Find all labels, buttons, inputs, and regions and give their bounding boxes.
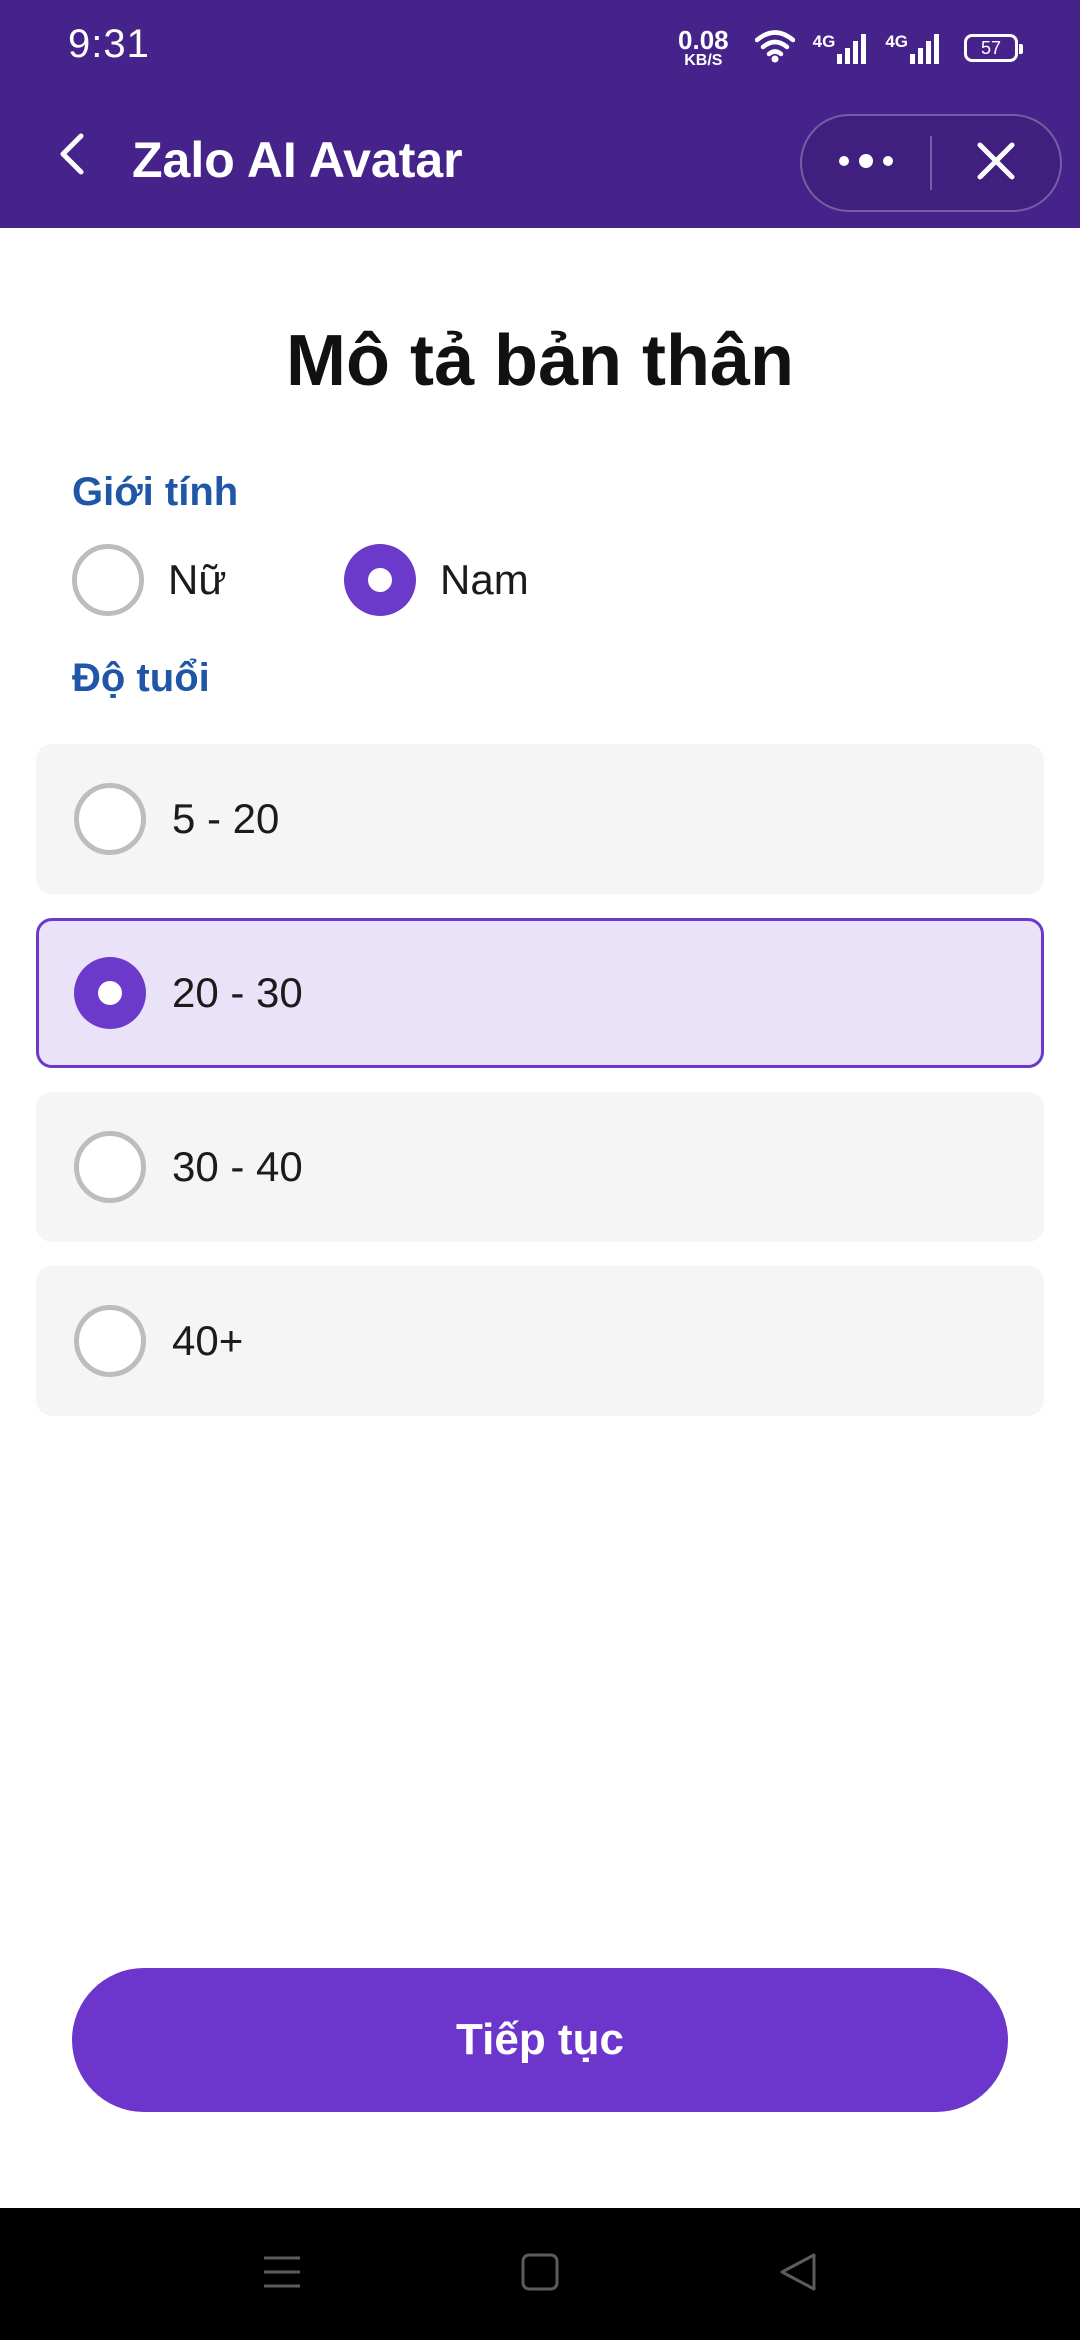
page-title: Mô tả bản thân xyxy=(286,321,794,401)
gender-option-label: Nữ xyxy=(168,556,227,603)
network-speed-value: 0.08 xyxy=(678,25,729,55)
signal-type-label: 4G xyxy=(812,32,836,51)
age-option-40-plus[interactable]: 40+ xyxy=(36,1266,1044,1416)
age-section-label: Độ tuổi xyxy=(72,656,210,700)
age-option-5-20[interactable]: 5 - 20 xyxy=(36,744,1044,894)
network-speed-unit: KB/S xyxy=(684,52,723,69)
status-time: 9:31 xyxy=(68,22,150,66)
radio-checked-icon[interactable] xyxy=(74,957,146,1029)
radio-unchecked-icon[interactable] xyxy=(74,1305,146,1377)
gender-option-female[interactable]: Nữ xyxy=(72,544,252,616)
back-button[interactable] xyxy=(44,128,100,184)
wifi-icon xyxy=(754,29,795,68)
continue-button[interactable]: Tiếp tục xyxy=(72,1968,1008,2112)
age-option-label: 5 - 20 xyxy=(172,795,280,842)
network-speed: 0.08 KB/S xyxy=(678,27,729,69)
back-icon xyxy=(57,132,87,181)
menu-icon xyxy=(262,2254,302,2295)
radio-unchecked-icon[interactable] xyxy=(72,544,144,616)
mini-app-capsule xyxy=(800,114,1062,212)
system-back-button[interactable] xyxy=(758,2238,838,2310)
top-bar: 9:31 0.08 KB/S 4G 4G 57 Zalo AI Avatar xyxy=(0,0,1080,228)
signal-icon: 4G xyxy=(813,32,868,64)
battery-level: 57 xyxy=(980,37,1002,58)
radio-unchecked-icon[interactable] xyxy=(74,783,146,855)
back-triangle-icon xyxy=(778,2252,818,2297)
gender-option-label: Nam xyxy=(440,556,529,603)
home-icon xyxy=(520,2252,560,2297)
close-button[interactable] xyxy=(932,116,1060,210)
age-option-label: 40+ xyxy=(172,1317,244,1364)
app-title: Zalo AI Avatar xyxy=(132,132,463,188)
home-button[interactable] xyxy=(500,2238,580,2310)
gender-option-male[interactable]: Nam xyxy=(344,544,564,616)
system-nav-bar xyxy=(0,2208,1080,2340)
close-icon xyxy=(976,141,1016,186)
signal-icon: 4G xyxy=(885,32,940,64)
radio-unchecked-icon[interactable] xyxy=(74,1131,146,1203)
status-icons: 0.08 KB/S 4G 4G 57 xyxy=(678,20,1023,76)
age-option-30-40[interactable]: 30 - 40 xyxy=(36,1092,1044,1242)
recent-apps-button[interactable] xyxy=(242,2238,322,2310)
more-button[interactable] xyxy=(802,116,930,210)
age-option-20-30[interactable]: 20 - 30 xyxy=(36,918,1044,1068)
signal-type-label: 4G xyxy=(885,32,908,51)
age-option-label: 20 - 30 xyxy=(172,969,303,1016)
gender-section-label: Giới tính xyxy=(72,470,239,514)
battery-icon: 57 xyxy=(964,34,1023,62)
more-icon xyxy=(836,153,896,174)
age-option-label: 30 - 40 xyxy=(172,1143,303,1190)
radio-checked-icon[interactable] xyxy=(344,544,416,616)
